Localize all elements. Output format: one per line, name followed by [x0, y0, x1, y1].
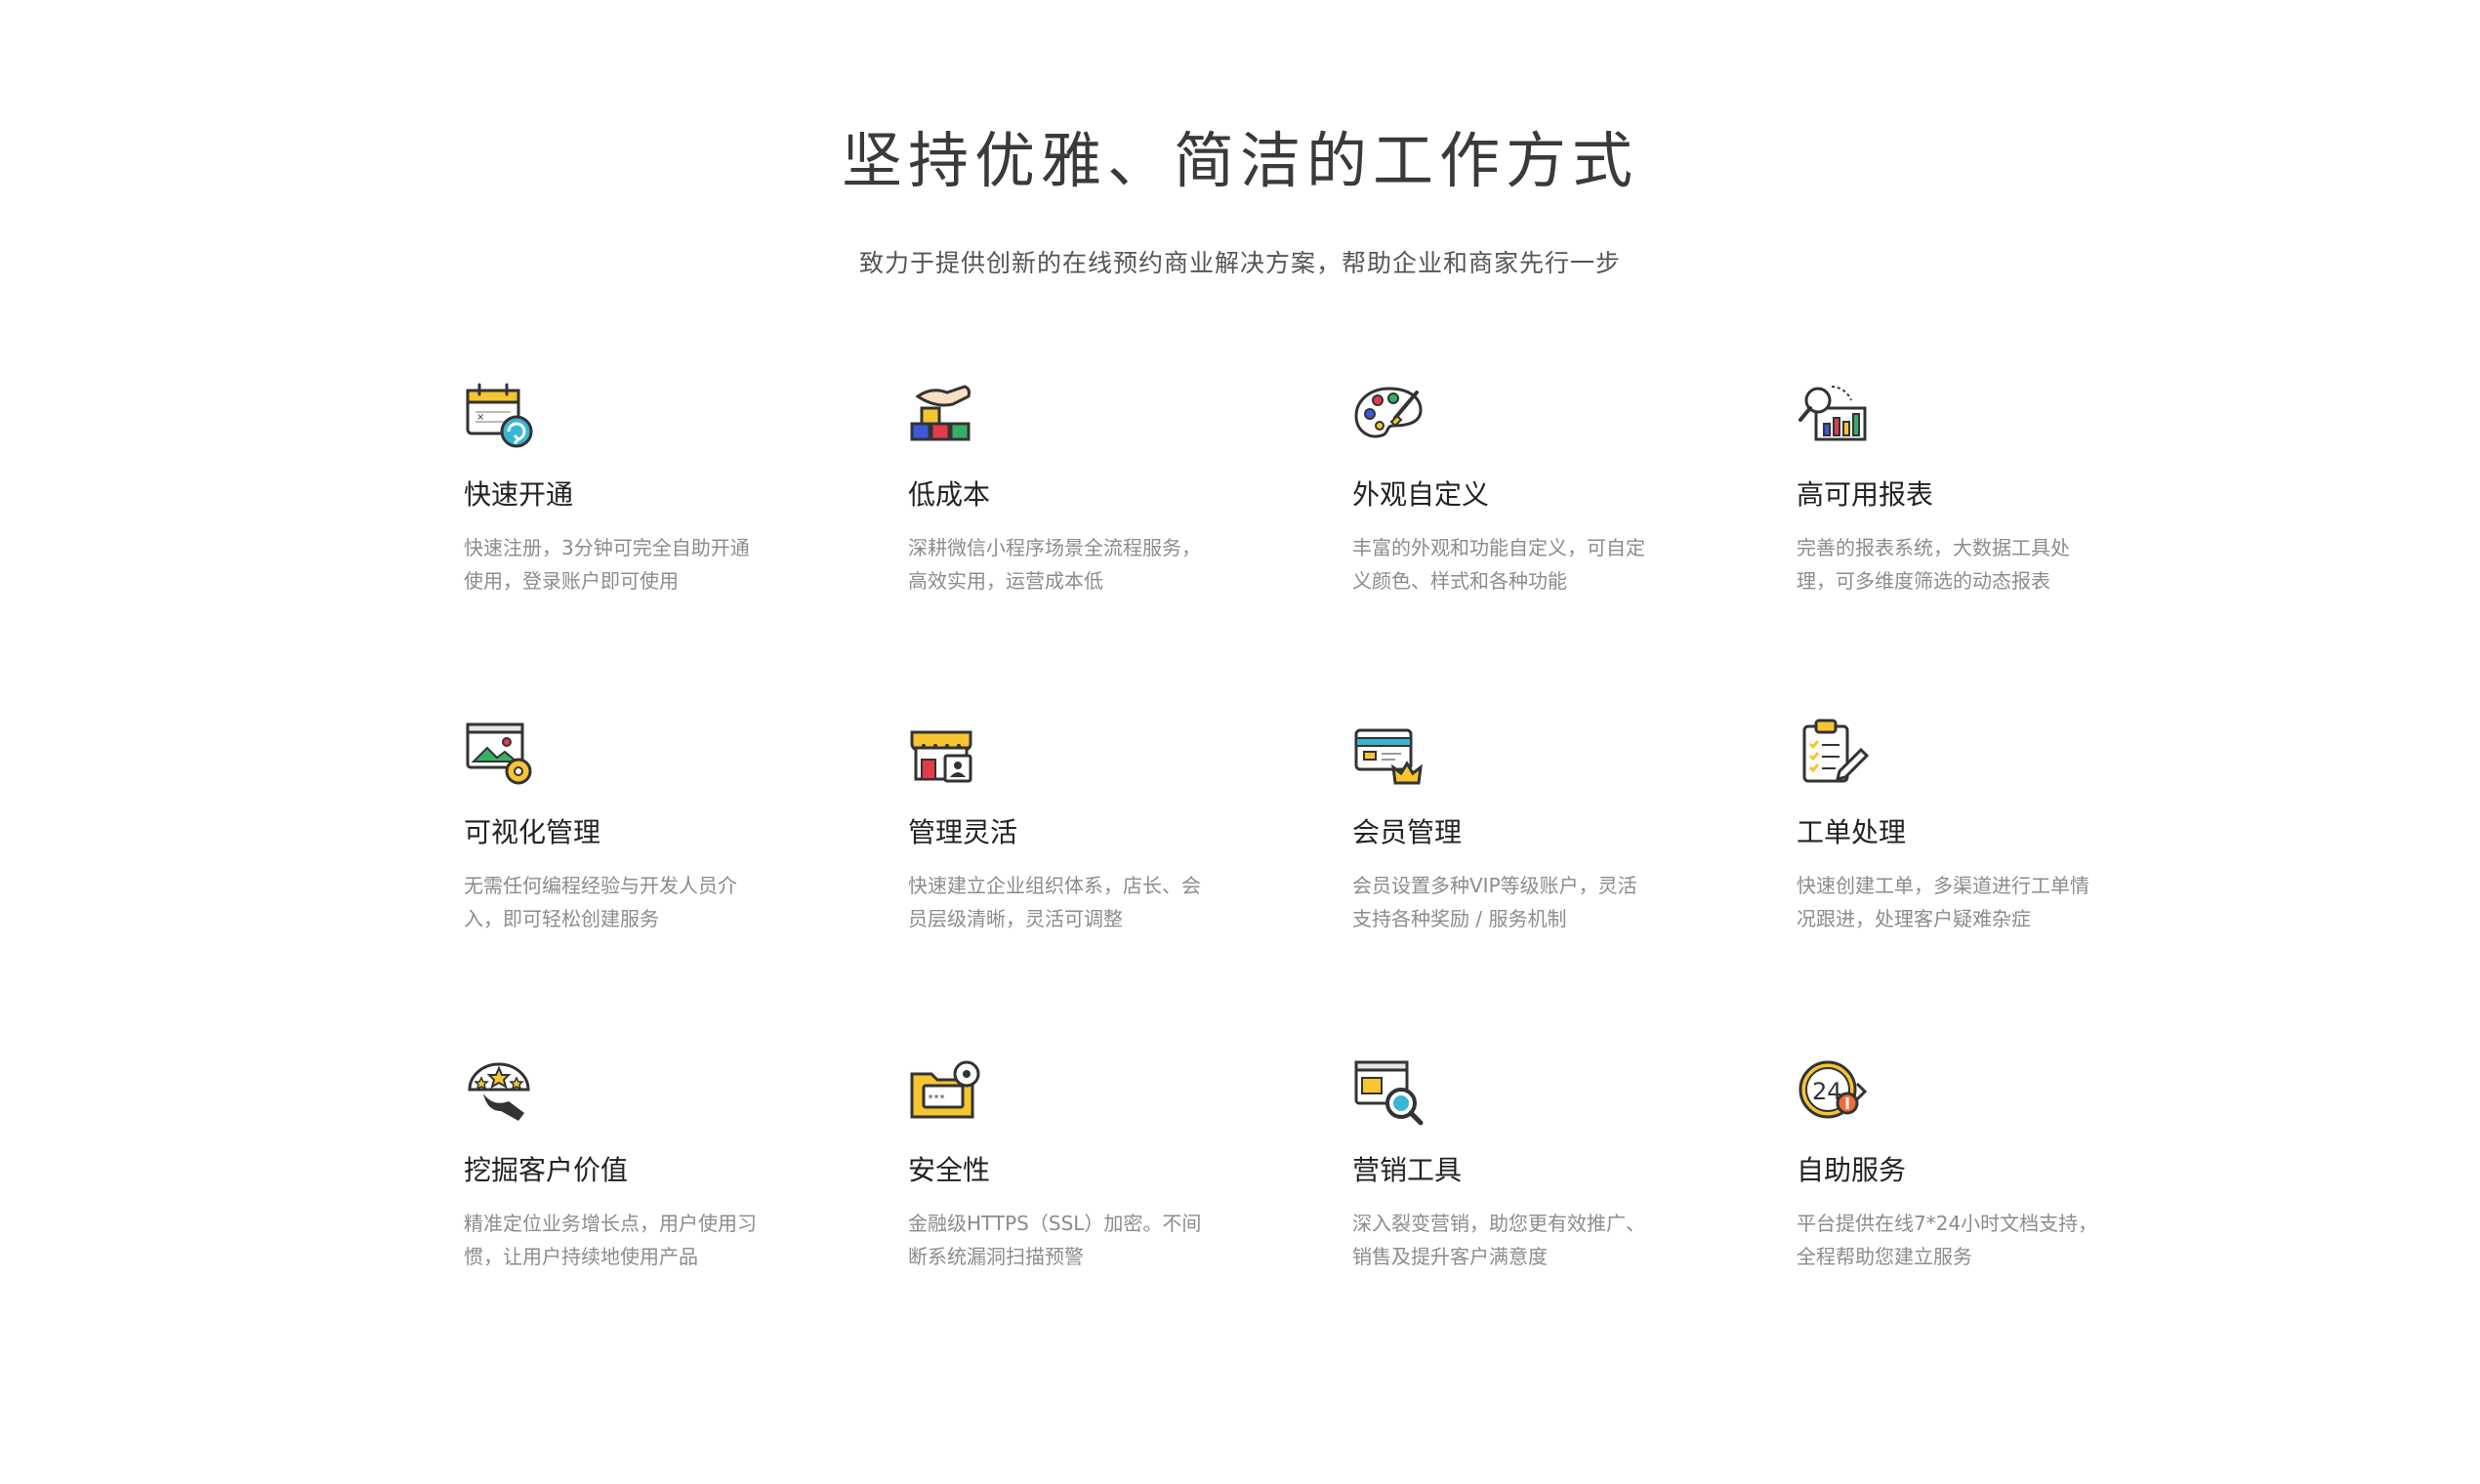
feature-title: 低成本 [908, 478, 991, 511]
svg-text:×: × [476, 412, 484, 423]
feature-title: 外观自定义 [1352, 478, 1490, 511]
feature-card-visual-management: 可视化管理 无需任何编程经验与开发人员介入，即可轻松创建服务 [464, 717, 776, 930]
feature-card-self-service: 24 自助服务 平台提供在线7*24小时文档支持，全程帮助您建立服务 [1797, 1054, 2109, 1268]
feature-desc: 快速建立企业组织体系，店长、会员层级清晰，灵活可调整 [908, 874, 1201, 930]
feature-card-reports: 高可用报表 完善的报表系统，大数据工具处理，可多维度筛选的动态报表 [1797, 379, 2109, 593]
feature-desc: 会员设置多种VIP等级账户，灵活支持各种奖励 / 服务机制 [1352, 874, 1637, 930]
feature-desc: 金融级HTTPS（SSL）加密。不间断系统漏洞扫描预警 [908, 1212, 1202, 1268]
feature-card-security: *** 安全性 金融级HTTPS（SSL）加密。不间断系统漏洞扫描预警 [908, 1054, 1220, 1268]
palette-icon [1352, 379, 1426, 453]
clipboard-checklist-icon [1797, 717, 1871, 791]
feature-desc: 精准定位业务增长点，用户使用习惯，让用户持续地使用产品 [464, 1212, 757, 1268]
feature-desc: 平台提供在线7*24小时文档支持，全程帮助您建立服务 [1797, 1212, 2098, 1268]
page-title: 坚持优雅、简洁的工作方式 [841, 125, 1638, 196]
report-chart-icon [1797, 379, 1871, 453]
feature-card-member-management: 会员管理 会员设置多种VIP等级账户，灵活支持各种奖励 / 服务机制 [1352, 717, 1665, 930]
feature-title: 高可用报表 [1797, 478, 1934, 511]
feature-card-quick-open: × 快速开通 快速注册，3分钟可完全自助开通使用，登录账户即可使用 [464, 379, 776, 593]
feature-card-flexible-management: 管理灵活 快速建立企业组织体系，店长、会员层级清晰，灵活可调整 [908, 717, 1220, 930]
hand-blocks-icon [908, 379, 982, 453]
feature-title: 工单处理 [1797, 816, 1907, 848]
feature-desc: 丰富的外观和功能自定义，可自定义颜色、样式和各种功能 [1352, 536, 1645, 593]
feature-title: 可视化管理 [464, 816, 601, 848]
feature-card-work-orders: 工单处理 快速创建工单，多渠道进行工单情况跟进，处理客户疑难杂症 [1797, 717, 2109, 930]
feature-desc: 快速创建工单，多渠道进行工单情况跟进，处理客户疑难杂症 [1797, 874, 2089, 930]
feature-card-marketing-tools: 营销工具 深入裂变营销，助您更有效推广、销售及提升客户满意度 [1352, 1054, 1665, 1268]
image-gear-icon [464, 717, 538, 791]
feature-title: 安全性 [908, 1154, 991, 1186]
feature-card-customer-value: 挖掘客户价值 精准定位业务增长点，用户使用习惯，让用户持续地使用产品 [464, 1054, 776, 1268]
clock-24-icon: 24 [1797, 1054, 1871, 1129]
feature-title: 快速开通 [464, 478, 574, 511]
hand-stars-icon [464, 1054, 538, 1129]
feature-desc: 无需任何编程经验与开发人员介入，即可轻松创建服务 [464, 874, 737, 930]
page-subtitle: 致力于提供创新的在线预约商业解决方案，帮助企业和商家先行一步 [858, 249, 1621, 277]
member-card-crown-icon [1352, 717, 1426, 791]
svg-text:***: *** [928, 1093, 945, 1104]
feature-title: 会员管理 [1352, 816, 1463, 848]
feature-title: 管理灵活 [908, 816, 1018, 848]
feature-desc: 快速注册，3分钟可完全自助开通使用，登录账户即可使用 [464, 536, 750, 593]
feature-title: 挖掘客户价值 [464, 1154, 629, 1186]
section-header: 坚持优雅、简洁的工作方式 致力于提供创新的在线预约商业解决方案，帮助企业和商家先… [0, 117, 2480, 281]
secure-folder-icon: *** [908, 1054, 982, 1129]
feature-title: 自助服务 [1797, 1154, 1907, 1186]
feature-card-low-cost: 低成本 深耕微信小程序场景全流程服务，高效实用，运营成本低 [908, 379, 1220, 593]
feature-desc: 深耕微信小程序场景全流程服务，高效实用，运营成本低 [908, 536, 1201, 593]
feature-desc: 深入裂变营销，助您更有效推广、销售及提升客户满意度 [1352, 1212, 1645, 1268]
marketing-magnifier-icon [1352, 1054, 1426, 1129]
feature-desc: 完善的报表系统，大数据工具处理，可多维度筛选的动态报表 [1797, 536, 2070, 593]
feature-title: 营销工具 [1352, 1154, 1463, 1186]
feature-card-custom-appearance: 外观自定义 丰富的外观和功能自定义，可自定义颜色、样式和各种功能 [1352, 379, 1665, 593]
calendar-refresh-icon: × [464, 379, 538, 453]
store-icon [908, 717, 982, 791]
